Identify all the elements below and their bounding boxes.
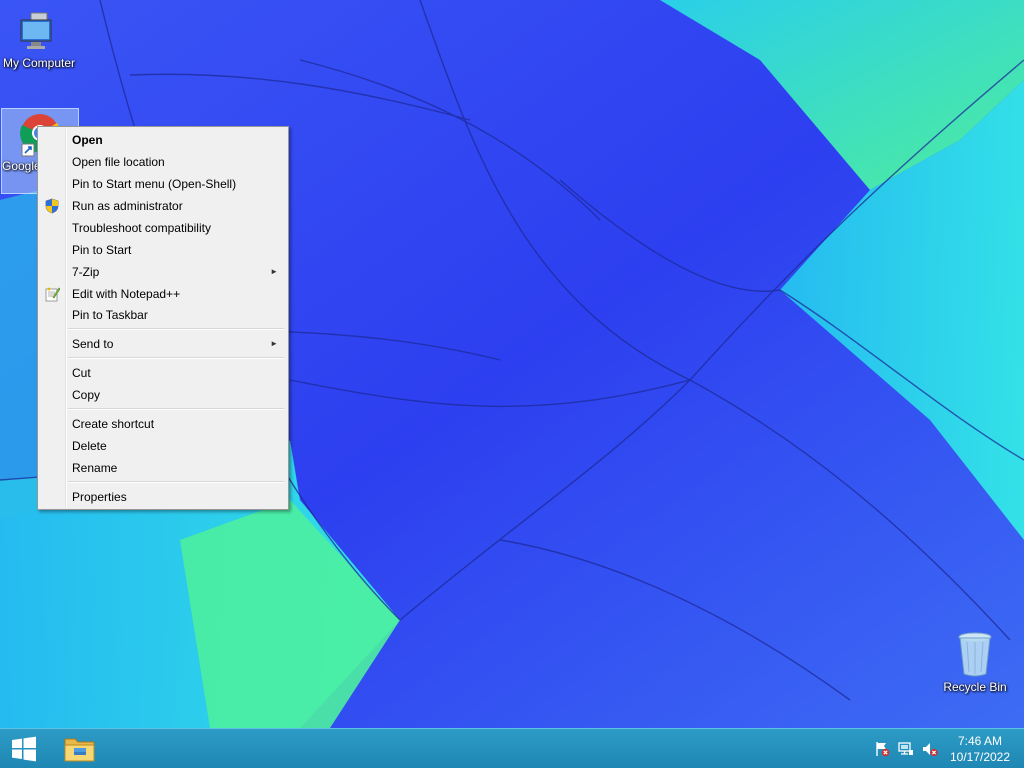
menu-item-label: Pin to Taskbar <box>72 308 148 322</box>
menu-item-label: Delete <box>72 439 107 453</box>
menu-item-label: Run as administrator <box>72 199 183 213</box>
file-explorer-icon <box>64 738 95 762</box>
desktop-icon-my-computer[interactable]: My Computer <box>0 10 78 71</box>
clock-time: 7:46 AM <box>957 734 1003 748</box>
menu-item-open-file-location[interactable]: Open file location <box>40 151 286 173</box>
clock-date: 10/17/2022 <box>949 750 1011 764</box>
menu-item-pin-to-taskbar[interactable]: Pin to Taskbar <box>40 304 286 326</box>
menu-item-open[interactable]: Open <box>40 129 286 151</box>
menu-item-label: 7-Zip <box>72 265 100 279</box>
menu-item-properties[interactable]: Properties <box>40 486 286 508</box>
menu-item-label: Open <box>72 133 103 147</box>
menu-item-label: Rename <box>72 461 118 475</box>
submenu-arrow-icon: ► <box>270 267 278 276</box>
desktop-icon-recycle-bin[interactable]: Recycle Bin <box>936 630 1014 695</box>
menu-item-pin-to-start[interactable]: Pin to Start <box>40 239 286 261</box>
menu-item-label: Properties <box>72 490 127 504</box>
volume-muted-icon[interactable] <box>922 741 938 757</box>
menu-item-edit-with-notepadpp[interactable]: Edit with Notepad++ <box>40 283 286 305</box>
menu-item-label: Cut <box>72 366 91 380</box>
start-button[interactable] <box>0 729 48 769</box>
menu-item-label: Copy <box>72 388 101 402</box>
menu-item-label: Create shortcut <box>72 417 155 431</box>
network-icon[interactable] <box>898 741 914 757</box>
taskbar: 7:46 AM 10/17/2022 <box>0 728 1024 768</box>
menu-separator <box>68 357 284 359</box>
menu-item-rename[interactable]: Rename <box>40 457 286 479</box>
desktop-icon-label: Recycle Bin <box>943 680 1007 694</box>
menu-item-label: Send to <box>72 337 114 351</box>
menu-item-label: Troubleshoot compatibility <box>72 221 211 235</box>
windows-logo-icon <box>12 736 36 762</box>
taskbar-file-explorer-button[interactable] <box>58 731 102 767</box>
menu-item-send-to[interactable]: Send to ► <box>40 333 286 355</box>
menu-item-cut[interactable]: Cut <box>40 362 286 384</box>
menu-item-7-zip[interactable]: 7-Zip ► <box>40 261 286 283</box>
menu-item-label: Open file location <box>72 155 165 169</box>
menu-item-copy[interactable]: Copy <box>40 384 286 406</box>
uac-shield-icon <box>45 198 59 214</box>
menu-item-delete[interactable]: Delete <box>40 435 286 457</box>
action-center-flag-icon[interactable] <box>874 741 890 757</box>
context-menu: Open Open file location Pin to Start men… <box>37 126 289 510</box>
menu-separator <box>68 481 284 483</box>
desktop[interactable]: My Computer Google Chrome Recycle Bin Op… <box>0 0 1024 728</box>
menu-item-run-as-administrator[interactable]: Run as administrator <box>40 195 286 217</box>
notepadpp-icon <box>45 287 60 302</box>
menu-item-label: Pin to Start menu (Open-Shell) <box>72 177 237 191</box>
menu-item-label: Pin to Start <box>72 243 132 257</box>
menu-item-troubleshoot-compatibility[interactable]: Troubleshoot compatibility <box>40 217 286 239</box>
taskbar-clock[interactable]: 7:46 AM 10/17/2022 <box>944 733 1016 765</box>
menu-separator <box>68 328 284 330</box>
recycle-bin-icon <box>958 632 992 677</box>
menu-item-create-shortcut[interactable]: Create shortcut <box>40 413 286 435</box>
menu-item-label: Edit with Notepad++ <box>72 287 181 301</box>
menu-item-pin-to-start-menu-open-shell[interactable]: Pin to Start menu (Open-Shell) <box>40 173 286 195</box>
menu-separator <box>68 408 284 410</box>
submenu-arrow-icon: ► <box>270 339 278 348</box>
desktop-icon-label: My Computer <box>2 56 76 70</box>
computer-icon <box>20 12 52 49</box>
